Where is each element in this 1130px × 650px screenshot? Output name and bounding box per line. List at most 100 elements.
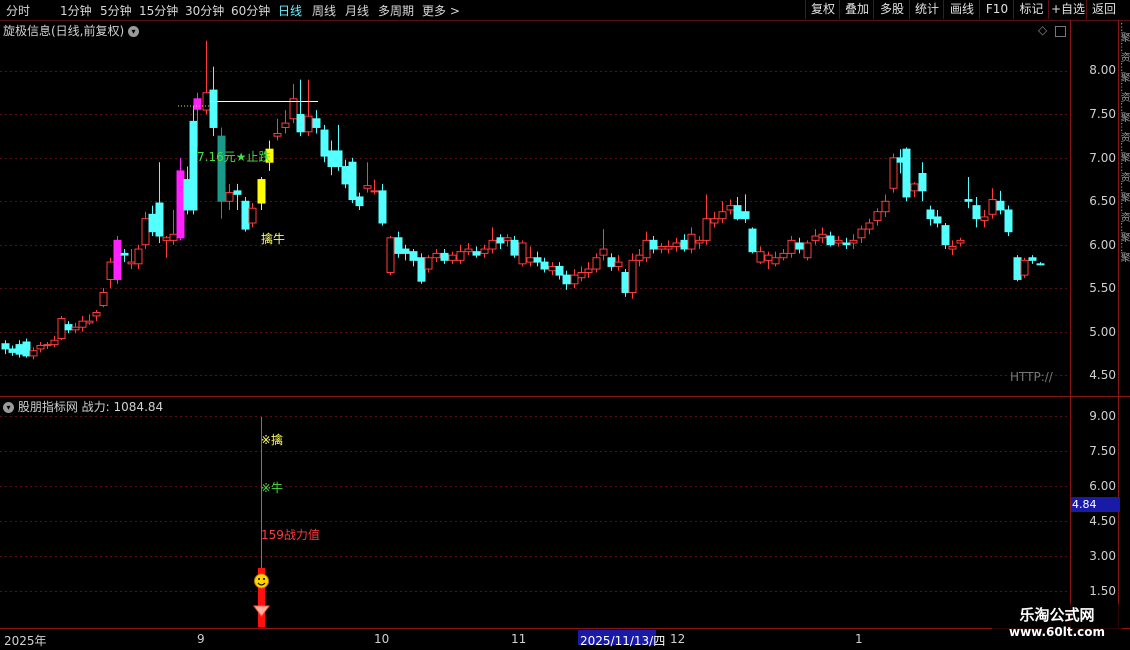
candle [334,124,343,171]
candle-body [635,254,644,261]
candle [424,255,433,273]
candle-body [811,235,820,241]
candle [710,211,719,228]
y-tick-label: 8.00 [1089,63,1116,77]
candle-body [533,257,542,263]
candle-body [710,218,719,224]
smiley-eye-icon [263,578,265,580]
x-axis-label: 10 [374,632,390,646]
candle [657,242,666,254]
candle-body [741,211,750,220]
x-axis-label: 12 [670,632,686,646]
candle-body [92,311,101,317]
candle [849,234,858,250]
candle-body [503,237,512,241]
candle [764,251,773,270]
candle [289,84,298,124]
candle-body [296,113,305,133]
candle-body [312,118,321,128]
candle [417,253,426,284]
candle-body [71,326,80,331]
candle [918,162,927,202]
candle-body [113,239,122,280]
candle [378,183,387,226]
candle-body [57,318,66,340]
chevron-down-icon[interactable]: ▾ [128,26,140,37]
candle-body [834,239,843,244]
candle [148,205,157,237]
logo-url: www.60lt.com [1008,625,1106,639]
candle-body [510,239,519,256]
candle [29,347,38,360]
candle-body [695,239,704,244]
candle-body [664,245,673,250]
candle [748,227,757,254]
candle [71,322,80,334]
candle-body [241,200,250,230]
candle-body [687,233,696,250]
maximize-icon[interactable] [1055,26,1066,37]
candle-body [562,274,571,285]
candle [695,236,704,250]
y-tick-label: 7.00 [1089,151,1116,165]
candle [273,118,282,141]
candle-body [795,242,804,250]
candle [881,194,890,217]
candle [842,237,851,250]
candle [22,338,31,358]
candle [106,257,115,289]
candle [99,288,108,308]
candle-body [320,129,329,157]
y-tick-label: 5.00 [1089,325,1116,339]
kline-chart[interactable] [0,0,1130,650]
candle [1,340,10,355]
indicator-value: 战力: 1084.84 [81,400,164,414]
candle [865,218,874,235]
candle-body [327,150,336,168]
candle-body [779,252,788,259]
candle [1028,255,1037,264]
candle [771,251,780,267]
chevron-down-icon[interactable]: ▾ [3,402,14,413]
candle-body [348,161,357,201]
y-tick-label: 5.50 [1089,281,1116,295]
candle [718,201,727,223]
candle-body [592,257,601,270]
candle-body [964,199,973,202]
candle-body [134,248,143,265]
candle-body [599,248,608,256]
candle [169,209,178,245]
diamond-outline-icon[interactable]: ◇ [1038,23,1047,37]
candle-body [1020,259,1029,276]
candle [409,249,418,267]
candle-body [649,239,658,250]
candle [964,176,973,209]
candle [533,251,542,267]
y-tick-label: 6.50 [1089,194,1116,208]
candle [1013,255,1022,282]
candle [941,223,950,250]
candle [85,314,94,325]
candle [370,179,379,195]
candle-body [78,320,87,328]
candle-body [764,254,773,261]
watermark-text: HTTP:// [1010,370,1053,384]
candle [401,244,410,261]
candle [741,194,750,223]
candle-body [972,205,981,220]
candle [614,255,623,271]
candle [480,244,489,258]
smiley-eye-icon [258,578,260,580]
candle [202,40,211,115]
candle [834,236,843,247]
candle [649,236,658,254]
indicator-title: ▾ 股朋指标网 战力: 1084.84 [3,398,163,415]
candle-body [155,202,164,237]
candle-body [849,239,858,244]
candle [257,176,266,210]
candle-body [341,166,350,185]
candle [176,157,185,241]
signal-annotation: 擒牛 [261,232,286,246]
candle-body [702,218,711,241]
main-chart-title: 旋极信息(日线,前复权) ▾ [3,22,140,39]
